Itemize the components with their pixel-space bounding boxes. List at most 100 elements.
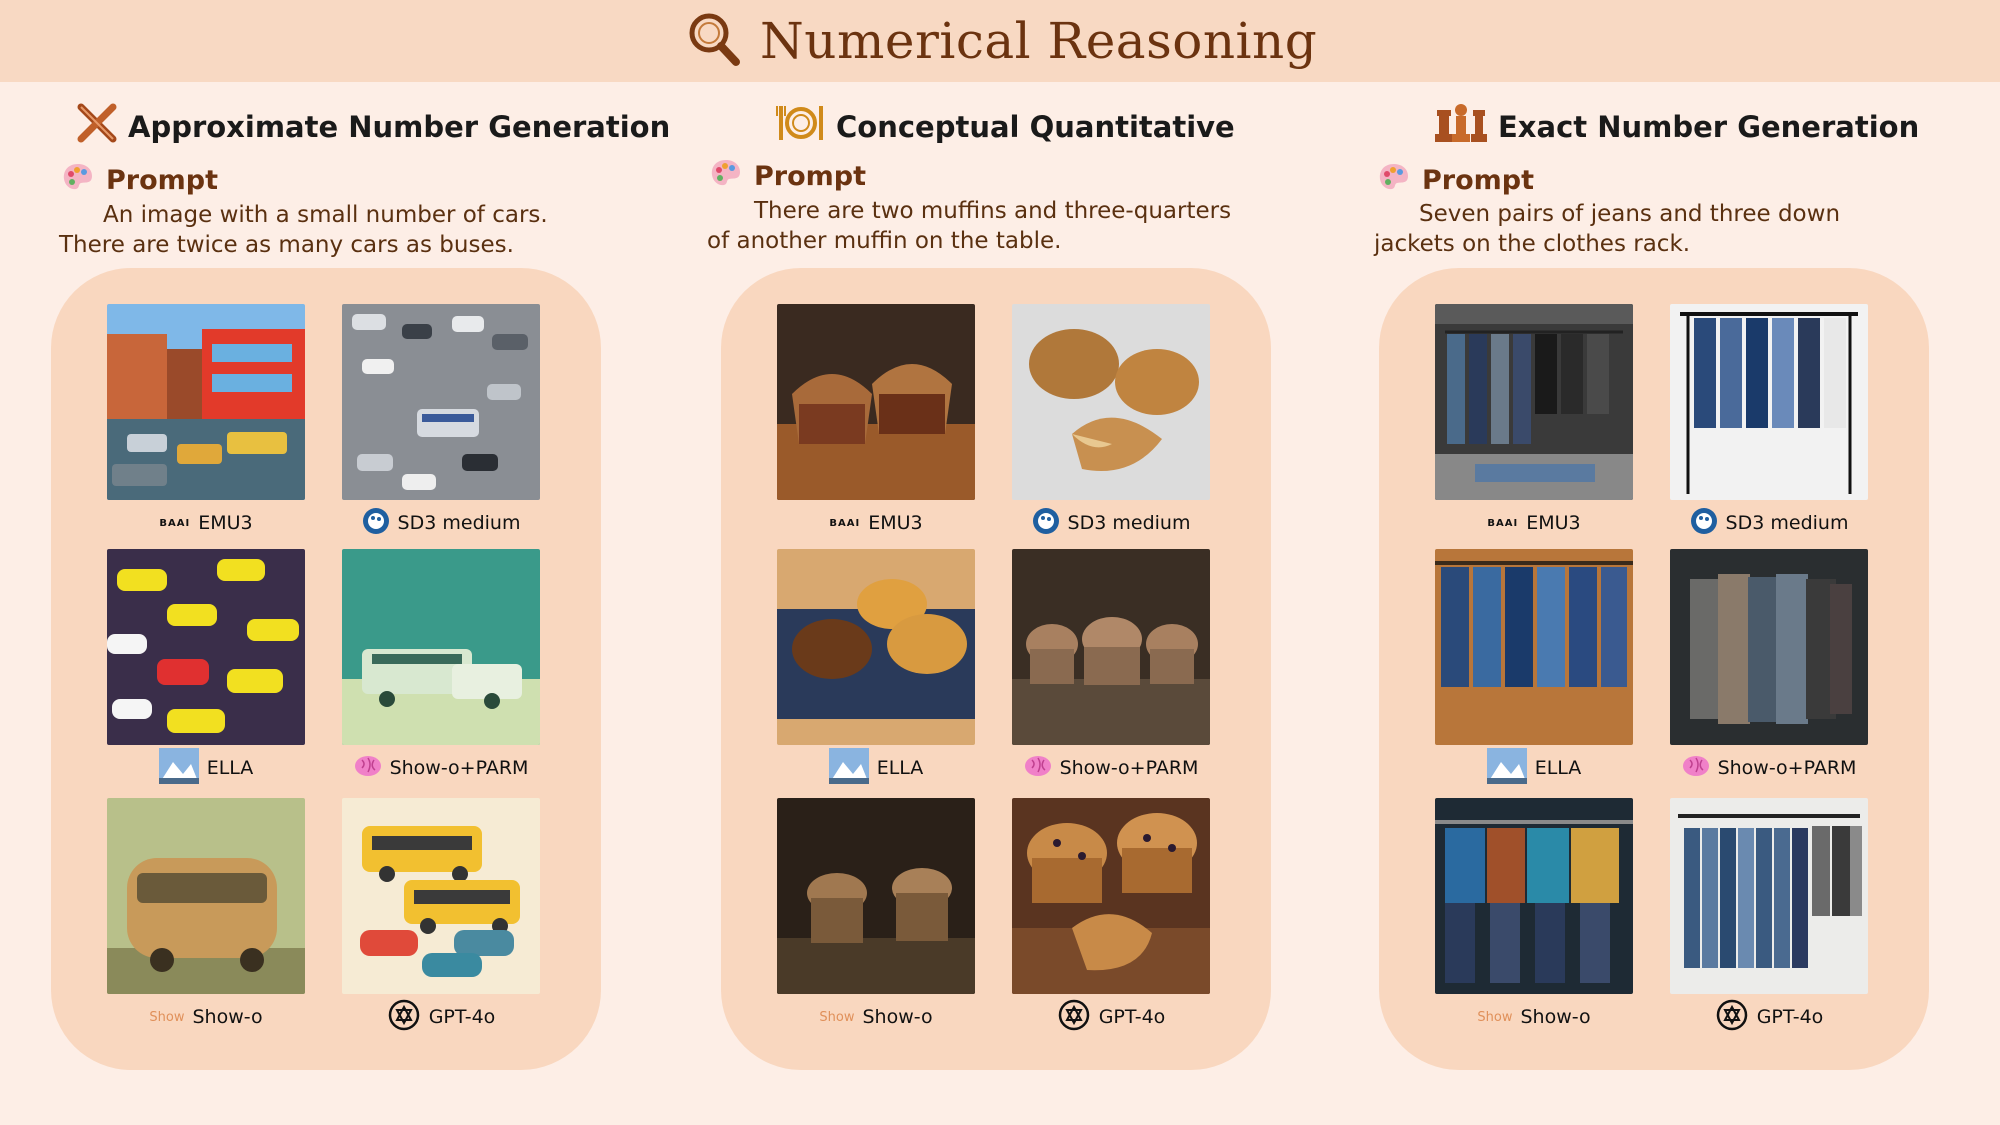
header-title-group: Numerical Reasoning [686,8,1317,74]
brain-icon [1682,754,1710,783]
generated-image-emu3 [1435,304,1633,500]
image-panel: BAAI EMU3 SD3 medium ELLA Show-o+PARM Sh… [721,268,1271,1070]
caption: ELLA [1435,747,1633,784]
prompt-line-2: of another muffin on the table. [707,228,1062,254]
model-cell-showo: Show Show-o [777,798,975,1030]
model-name: ELLA [206,757,254,779]
generated-image-ella [777,549,975,745]
model-name: Show-o+PARM [1717,757,1857,779]
prompt-label: Prompt [106,165,219,196]
image-panel: BAAI EMU3 SD3 medium ELLA Show-o+PARM Sh… [1379,268,1929,1070]
model-name: SD3 medium [1067,512,1191,534]
caption: Show-o+PARM [1012,755,1210,781]
prompt-label: Prompt [754,161,867,192]
showo-logo-icon: Show [819,1009,855,1025]
caption: Show Show-o [107,1004,305,1030]
model-cell-emu3: BAAI EMU3 [107,304,305,536]
section-title: Conceptual Quantitative [776,102,1235,151]
plate-cutlery-icon [776,102,826,151]
showo-logo-icon: Show [149,1009,185,1025]
generated-image-sd3 [342,304,540,500]
caption: ELLA [777,747,975,784]
generated-image-gpt4o [342,798,540,994]
ella-logo-icon [158,747,199,789]
model-cell-ella: ELLA [1435,549,1633,784]
palette-icon [710,158,742,195]
sd3-logo-icon [362,507,390,540]
baai-logo-icon: BAAI [829,517,861,529]
generated-image-showo [107,798,305,994]
crossed-tools-icon [76,102,118,151]
model-name: EMU3 [198,512,253,534]
prompt-line-1: An image with a small number of cars. [103,202,548,228]
prompt-heading: Prompt [710,158,866,195]
prompt-heading: Prompt [1378,162,1534,199]
section-title: Approximate Number Generation [76,102,670,151]
header-bar: Numerical Reasoning [0,0,2000,82]
section-title-text: Conceptual Quantitative [836,109,1235,144]
model-name: GPT-4o [1756,1006,1824,1028]
caption: SD3 medium [1012,507,1210,536]
generated-image-gpt4o [1012,798,1210,994]
generated-image-gpt4o [1670,798,1868,994]
sd3-logo-icon [1690,507,1718,540]
column-exact-number: Exact Number Generation Prompt Seven pai… [1368,90,1988,1080]
prompt-line-2: There are twice as many cars as buses. [59,232,514,258]
model-cell-gpt4o: GPT-4o [1012,798,1210,1030]
model-cell-emu3: BAAI EMU3 [1435,304,1633,536]
column-approximate-number: Approximate Number Generation Prompt An … [40,90,670,1080]
generated-image-showo-parm [1012,549,1210,745]
caption: Show Show-o [1435,1004,1633,1030]
chess-pieces-icon [1434,102,1488,151]
caption: Show-o+PARM [342,755,540,781]
model-name: Show-o [862,1006,933,1028]
brain-icon [1024,754,1052,783]
generated-image-emu3 [107,304,305,500]
ella-logo-icon [1486,747,1527,789]
palette-icon [62,162,94,199]
model-cell-sd3: SD3 medium [1012,304,1210,536]
generated-image-ella [107,549,305,745]
generated-image-showo [1435,798,1633,994]
model-name: Show-o+PARM [389,757,529,779]
model-name: EMU3 [868,512,923,534]
model-name: ELLA [876,757,924,779]
model-name: Show-o [1520,1006,1591,1028]
caption: Show Show-o [777,1004,975,1030]
caption: Show-o+PARM [1670,755,1868,781]
model-name: EMU3 [1526,512,1581,534]
page-title: Numerical Reasoning [760,12,1318,70]
model-name: SD3 medium [1725,512,1849,534]
generated-image-showo-parm [1670,549,1868,745]
generated-image-showo [777,798,975,994]
openai-logo-icon [1715,998,1749,1037]
generated-image-showo-parm [342,549,540,745]
model-cell-showo-parm: Show-o+PARM [1670,549,1868,781]
caption: SD3 medium [342,507,540,536]
caption: BAAI EMU3 [107,510,305,536]
model-cell-gpt4o: GPT-4o [1670,798,1868,1030]
caption: BAAI EMU3 [777,510,975,536]
model-name: Show-o+PARM [1059,757,1199,779]
column-conceptual-quantitative: Conceptual Quantitative Prompt There are… [707,90,1330,1080]
model-cell-showo: Show Show-o [1435,798,1633,1030]
palette-icon [1378,162,1410,199]
showo-logo-icon: Show [1477,1009,1513,1025]
brain-icon [354,754,382,783]
caption: BAAI EMU3 [1435,510,1633,536]
model-name: GPT-4o [428,1006,496,1028]
section-title-text: Exact Number Generation [1498,109,1920,144]
ella-logo-icon [828,747,869,789]
caption: GPT-4o [1670,999,1868,1030]
model-name: Show-o [192,1006,263,1028]
caption: GPT-4o [342,999,540,1030]
section-title-text: Approximate Number Generation [128,109,671,144]
prompt-line-1: There are two muffins and three-quarters [754,198,1232,224]
model-cell-sd3: SD3 medium [1670,304,1868,536]
model-cell-showo-parm: Show-o+PARM [1012,549,1210,781]
prompt-label: Prompt [1422,165,1535,196]
model-name: ELLA [1534,757,1582,779]
model-cell-showo: Show Show-o [107,798,305,1030]
sd3-logo-icon [1032,507,1060,540]
generated-image-sd3 [1670,304,1868,500]
